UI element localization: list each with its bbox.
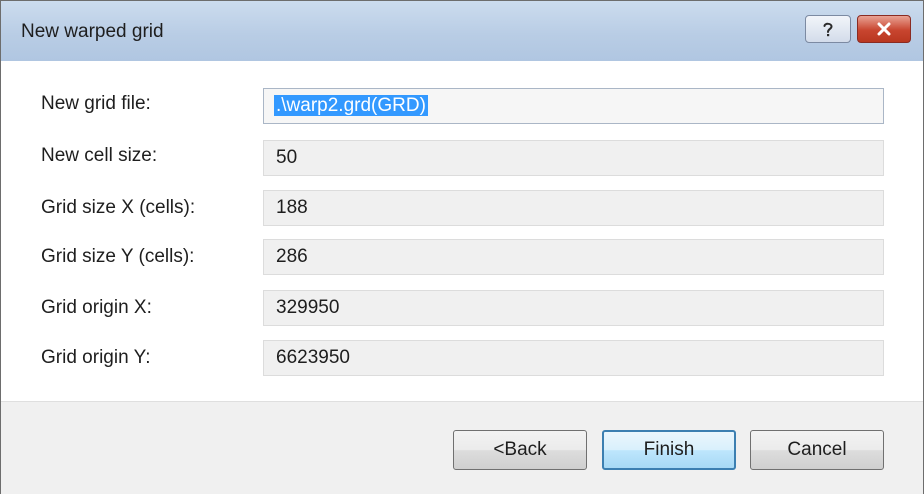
dialog-window: New warped grid New grid file: .\warp2.g… — [0, 0, 924, 494]
back-button[interactable]: <Back — [453, 430, 587, 470]
grid-origin-x-label: Grid origin X: — [41, 297, 152, 318]
close-x-icon — [874, 19, 894, 39]
grid-size-y-field: 286 — [263, 239, 884, 275]
new-cell-size-label: New cell size: — [41, 145, 158, 166]
new-cell-size-field: 50 — [263, 140, 884, 176]
close-button[interactable] — [857, 15, 911, 43]
grid-origin-y-label: Grid origin Y: — [41, 347, 151, 368]
grid-size-x-label: Grid size X (cells): — [41, 197, 196, 218]
grid-size-y-label: Grid size Y (cells): — [41, 246, 195, 267]
window-title: New warped grid — [21, 21, 164, 42]
cancel-button[interactable]: Cancel — [750, 430, 884, 470]
help-button[interactable] — [805, 15, 851, 43]
grid-origin-y-field: 6623950 — [263, 340, 884, 376]
question-mark-icon — [818, 19, 838, 39]
new-grid-file-value: .\warp2.grd(GRD) — [274, 95, 428, 116]
title-bar[interactable]: New warped grid — [1, 1, 923, 61]
grid-size-x-field: 188 — [263, 190, 884, 226]
form-area: New grid file: .\warp2.grd(GRD) New cell… — [1, 61, 923, 401]
finish-button[interactable]: Finish — [602, 430, 736, 470]
new-grid-file-label: New grid file: — [41, 93, 151, 114]
new-grid-file-input[interactable]: .\warp2.grd(GRD) — [263, 88, 884, 124]
grid-origin-x-field: 329950 — [263, 290, 884, 326]
button-bar: <Back Finish Cancel — [1, 401, 923, 494]
